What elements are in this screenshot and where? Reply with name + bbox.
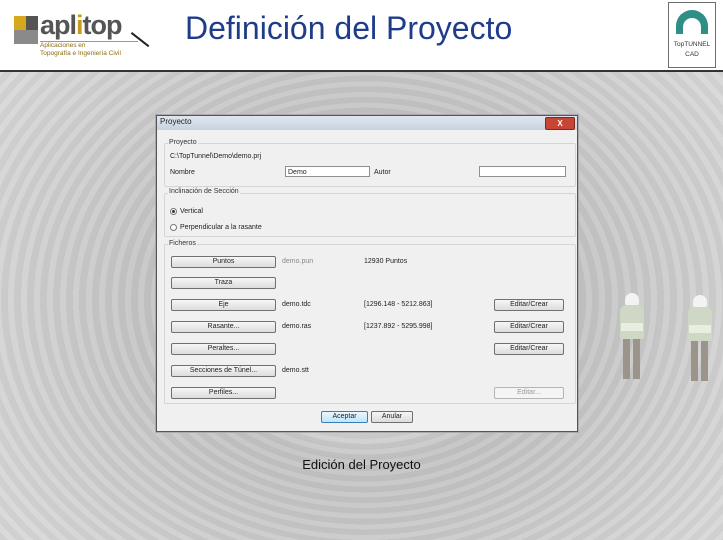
secciones-tunel-button[interactable]: Secciones de Túnel...: [171, 365, 276, 377]
dialog-title: Proyecto: [160, 117, 192, 126]
tunnel-dome-icon: [676, 10, 708, 34]
project-group-label: Proyecto: [168, 139, 198, 146]
secciones-file: demo.stt: [282, 367, 309, 374]
toptunnel-cad-logo: TopTUNNEL CAD: [668, 2, 716, 68]
logo-subtitle: Aplicaciones en Topografía e Ingeniería C…: [40, 42, 121, 57]
radio-vertical-label: Vertical: [180, 208, 203, 215]
project-group: [164, 143, 576, 187]
eje-button[interactable]: Eje: [171, 299, 276, 311]
accept-button[interactable]: Aceptar: [321, 411, 368, 423]
cancel-button[interactable]: Anular: [371, 411, 413, 423]
radio-perpendicular-label: Perpendicular a la rasante: [180, 224, 262, 231]
traza-button[interactable]: Traza: [171, 277, 276, 289]
peraltes-edit-button[interactable]: Editar/Crear: [494, 343, 564, 355]
author-input[interactable]: [479, 166, 566, 177]
peraltes-button[interactable]: Peraltes...: [171, 343, 276, 355]
slide-caption: Edición del Proyecto: [302, 457, 421, 472]
radio-vertical[interactable]: [170, 208, 177, 215]
name-input[interactable]: Demo: [285, 166, 370, 177]
perfiles-edit-button[interactable]: Editar...: [494, 387, 564, 399]
files-group-label: Ficheros: [168, 240, 197, 247]
rasante-edit-button[interactable]: Editar/Crear: [494, 321, 564, 333]
worker-figure-right: [685, 295, 715, 405]
radio-perpendicular[interactable]: [170, 224, 177, 231]
brand-line-2: CAD: [685, 51, 699, 58]
close-button[interactable]: X: [545, 117, 575, 130]
logo-name: aplitop: [40, 10, 123, 40]
rasante-info: [1237.892 - 5295.998]: [364, 323, 433, 330]
author-label: Autor: [374, 169, 391, 176]
puntos-file: demo.pun: [282, 258, 314, 265]
aplitop-logo: aplitop Aplicaciones en Topografía e Inge…: [14, 10, 150, 65]
logo-mark-icon: [14, 16, 38, 44]
puntos-button[interactable]: Puntos: [171, 256, 276, 268]
worker-figure-left: [617, 293, 647, 403]
puntos-info: 12930 Puntos: [364, 258, 408, 265]
project-dialog: Proyecto X Proyecto C:\TopTunnel\Demo\de…: [156, 115, 578, 432]
page-title: Definición del Proyecto: [185, 10, 513, 46]
eje-info: [1296.148 - 5212.863]: [364, 301, 433, 308]
project-path: C:\TopTunnel\Demo\demo.prj: [170, 153, 262, 160]
rasante-file: demo.ras: [282, 323, 312, 330]
slide-header: aplitop Aplicaciones en Topografía e Inge…: [0, 0, 723, 72]
eje-edit-button[interactable]: Editar/Crear: [494, 299, 564, 311]
perfiles-button[interactable]: Perfiles...: [171, 387, 276, 399]
dialog-titlebar[interactable]: Proyecto X: [157, 116, 577, 130]
name-label: Nombre: [170, 169, 195, 176]
logo-ruler-icon: [117, 32, 150, 65]
rasante-button[interactable]: Rasante...: [171, 321, 276, 333]
eje-file: demo.tdc: [282, 301, 311, 308]
section-inclination-label: Inclinación de Sección: [168, 188, 240, 195]
brand-line-1: TopTUNNEL: [673, 41, 711, 48]
